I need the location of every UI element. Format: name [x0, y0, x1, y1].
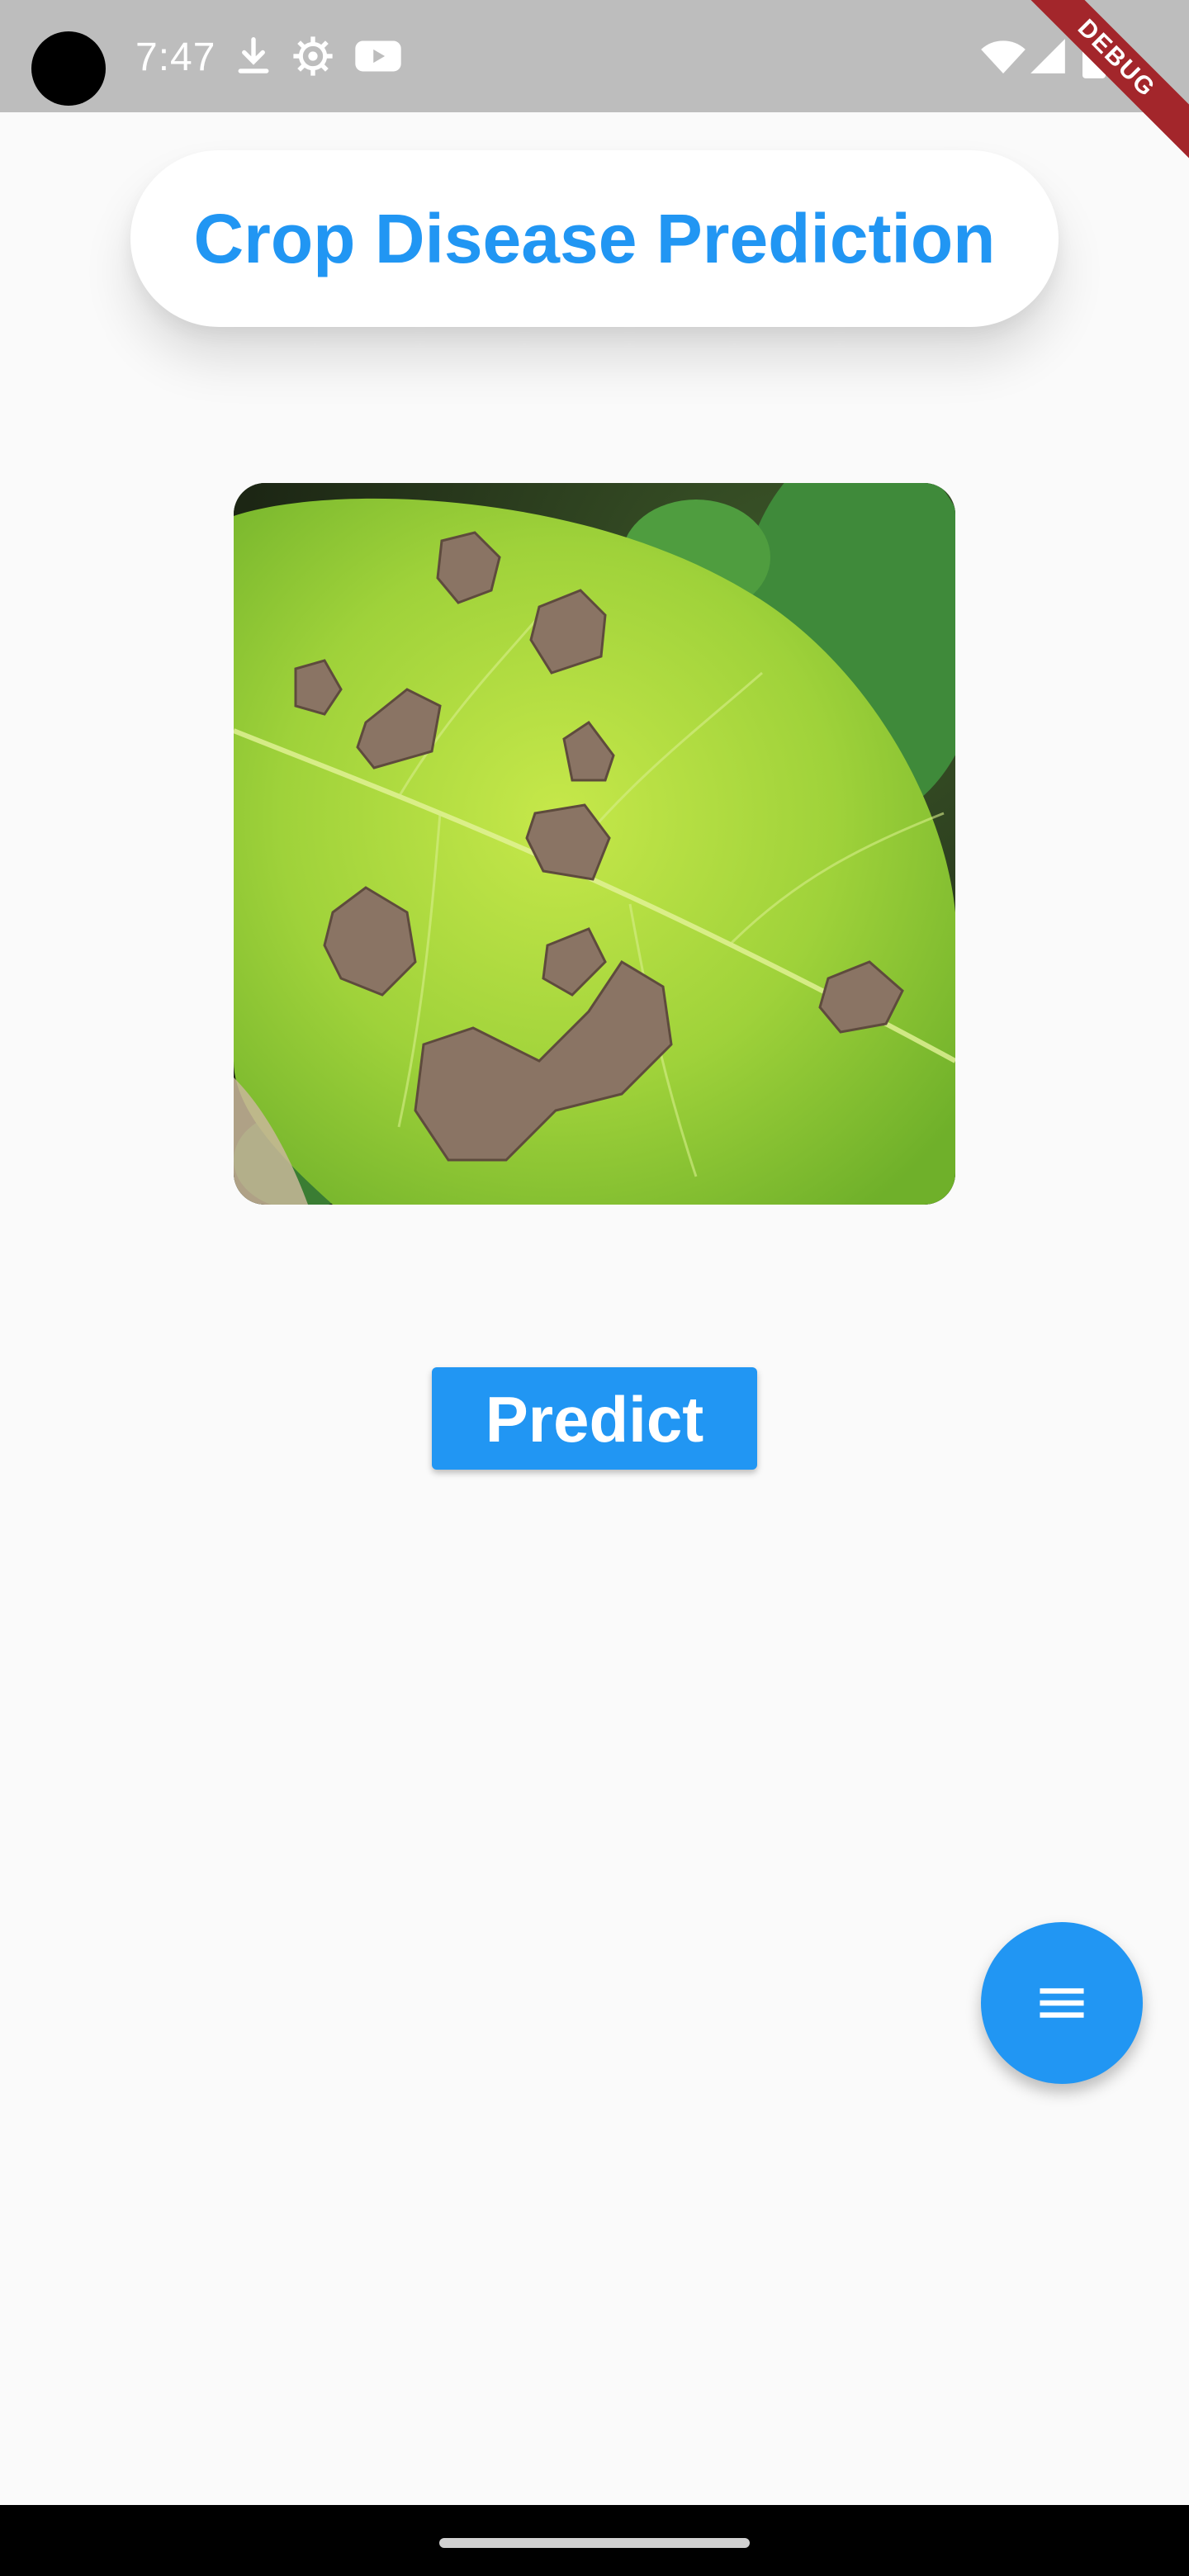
settings-icon: [291, 33, 335, 79]
home-gesture-handle[interactable]: [439, 2538, 750, 2548]
navigation-bar: [0, 2505, 1189, 2576]
predict-button[interactable]: Predict: [432, 1367, 757, 1470]
download-icon: [231, 33, 276, 79]
menu-fab-button[interactable]: [981, 1922, 1143, 2084]
title-card: Crop Disease Prediction: [130, 150, 1059, 327]
crop-image[interactable]: [234, 483, 955, 1205]
leaf-illustration: [234, 483, 955, 1205]
debug-banner-clip: DEBUG: [1016, 0, 1189, 173]
status-time: 7:47: [135, 36, 216, 79]
menu-icon: [1040, 1988, 1084, 2018]
debug-banner: DEBUG: [1016, 0, 1189, 173]
status-bar: 7:47 DEBUG: [0, 0, 1189, 173]
youtube-icon: [353, 33, 403, 79]
camera-cutout: [31, 31, 106, 106]
page-title: Crop Disease Prediction: [193, 200, 996, 277]
